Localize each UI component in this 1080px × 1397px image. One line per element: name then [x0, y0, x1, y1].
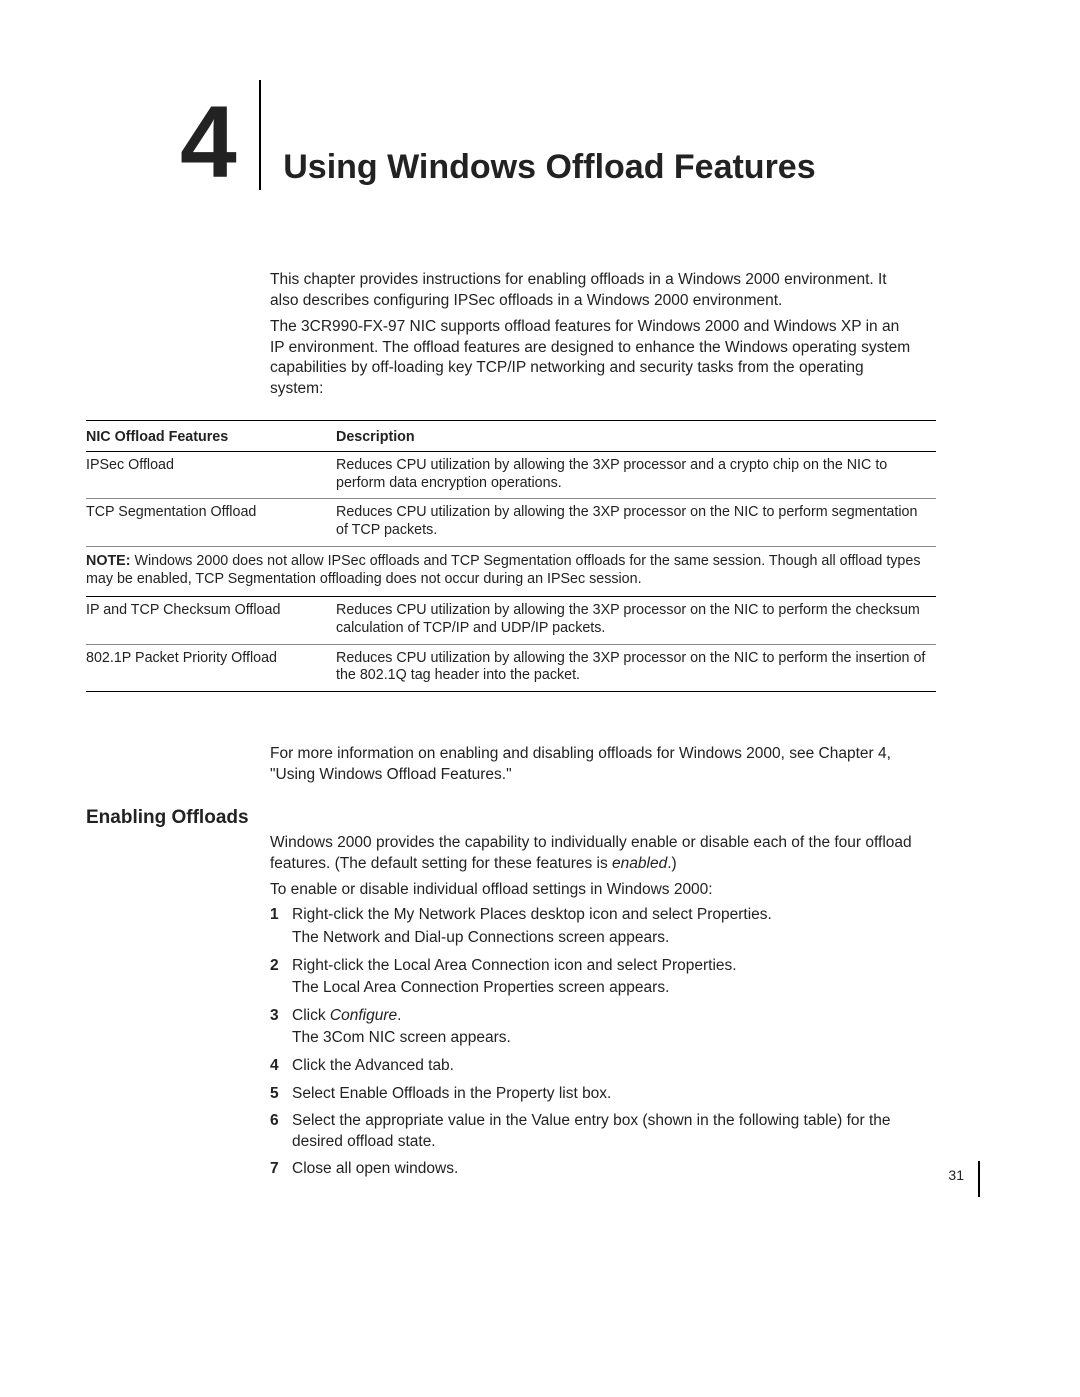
table-note-row: NOTE: Windows 2000 does not allow IPSec …	[86, 547, 936, 597]
feature-cell: IPSec Offload	[86, 451, 336, 499]
section-paragraph: Windows 2000 provides the capability to …	[270, 833, 916, 874]
feature-cell: 802.1P Packet Priority Offload	[86, 644, 336, 692]
list-item: Click the Advanced tab.	[270, 1056, 916, 1077]
desc-cell: Reduces CPU utilization by allowing the …	[336, 451, 936, 499]
list-item: Right-click the My Network Places deskto…	[270, 905, 916, 948]
offload-table: NIC Offload Features Description IPSec O…	[86, 420, 936, 693]
intro-paragraph: This chapter provides instructions for e…	[270, 270, 916, 311]
table-row: IPSec Offload Reduces CPU utilization by…	[86, 451, 936, 499]
list-item: Click Configure.The 3Com NIC screen appe…	[270, 1006, 916, 1049]
note-label: NOTE:	[86, 553, 130, 569]
table-header: Description	[336, 420, 936, 451]
page-number-rule	[978, 1161, 980, 1197]
section-body: Windows 2000 provides the capability to …	[270, 833, 916, 1180]
feature-cell: TCP Segmentation Offload	[86, 499, 336, 547]
list-item: Select the appropriate value in the Valu…	[270, 1111, 916, 1152]
section-paragraph: To enable or disable individual offload …	[270, 880, 916, 901]
post-table-paragraph: For more information on enabling and dis…	[270, 744, 916, 785]
chapter-divider	[259, 80, 262, 190]
note-text: Windows 2000 does not allow IPSec offloa…	[86, 553, 921, 587]
table-row: IP and TCP Checksum Offload Reduces CPU …	[86, 596, 936, 644]
list-item: Close all open windows.	[270, 1159, 916, 1180]
intro-block: This chapter provides instructions for e…	[270, 270, 916, 400]
table-header: NIC Offload Features	[86, 420, 336, 451]
table-row: TCP Segmentation Offload Reduces CPU uti…	[86, 499, 936, 547]
steps-list: Right-click the My Network Places deskto…	[270, 905, 916, 1180]
post-table-text: For more information on enabling and dis…	[270, 744, 916, 785]
list-item: Right-click the Local Area Connection ic…	[270, 956, 916, 999]
desc-cell: Reduces CPU utilization by allowing the …	[336, 596, 936, 644]
desc-cell: Reduces CPU utilization by allowing the …	[336, 499, 936, 547]
chapter-title: Using Windows Offload Features	[283, 148, 815, 190]
note-cell: NOTE: Windows 2000 does not allow IPSec …	[86, 547, 936, 597]
desc-cell: Reduces CPU utilization by allowing the …	[336, 644, 936, 692]
list-item: Select Enable Offloads in the Property l…	[270, 1084, 916, 1105]
intro-paragraph: The 3CR990-FX-97 NIC supports offload fe…	[270, 317, 916, 399]
table-row: 802.1P Packet Priority Offload Reduces C…	[86, 644, 936, 692]
page-number: 31	[948, 1167, 964, 1183]
table-header-row: NIC Offload Features Description	[86, 420, 936, 451]
chapter-number: 4	[180, 99, 237, 190]
chapter-header: 4 Using Windows Offload Features	[180, 80, 998, 190]
section-heading: Enabling Offloads	[86, 807, 998, 829]
feature-cell: IP and TCP Checksum Offload	[86, 596, 336, 644]
